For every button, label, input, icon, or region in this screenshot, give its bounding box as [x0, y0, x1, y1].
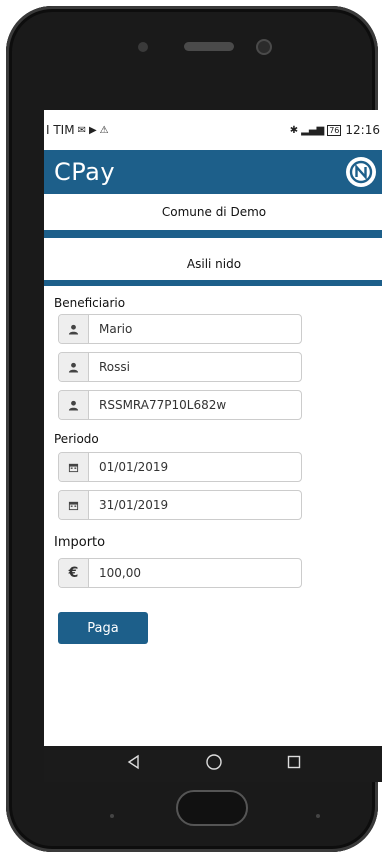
bezel-dot [316, 814, 320, 818]
signal-icon: ▂▄▆ [301, 124, 325, 136]
beneficiary-label: Beneficiario [54, 296, 126, 310]
hardware-home-button[interactable] [176, 790, 248, 826]
android-nav-bar [44, 746, 382, 782]
divider [44, 230, 382, 238]
status-bar: I TIM ✉ ▶ ⚠ ✱ ▂▄▆ 76 12:16 [44, 110, 382, 150]
warning-icon: ⚠ [99, 124, 109, 136]
screen: I TIM ✉ ▶ ⚠ ✱ ▂▄▆ 76 12:16 CPay Comune d… [44, 110, 382, 782]
period-start-field[interactable]: 01/01/2019 [58, 452, 302, 482]
period-label: Periodo [54, 432, 99, 446]
last-name-field[interactable]: Rossi [58, 352, 302, 382]
battery-level: 76 [327, 124, 342, 136]
clock: 12:16 [345, 123, 380, 137]
first-name-value: Mario [99, 322, 133, 336]
phone-frame: I TIM ✉ ▶ ⚠ ✱ ▂▄▆ 76 12:16 CPay Comune d… [6, 6, 382, 852]
calendar-icon [59, 491, 89, 519]
euro-icon: € [59, 559, 89, 587]
earpiece-speaker [184, 42, 234, 51]
bezel-dot [110, 814, 114, 818]
last-name-value: Rossi [99, 360, 130, 374]
play-icon: ▶ [88, 124, 97, 136]
app-header: CPay [44, 150, 382, 194]
period-end-value: 31/01/2019 [99, 498, 169, 512]
pay-button[interactable]: Paga [58, 612, 148, 644]
amount-value: 100,00 [99, 566, 141, 580]
app-title: CPay [54, 158, 116, 186]
amount-label: Importo [54, 535, 106, 550]
top-bezel [6, 6, 378, 106]
calendar-icon [59, 453, 89, 481]
period-start-value: 01/01/2019 [99, 460, 169, 474]
mail-icon: ✉ [77, 124, 86, 136]
user-icon [59, 391, 89, 419]
period-end-field[interactable]: 31/01/2019 [58, 490, 302, 520]
sensor-dot [138, 42, 148, 52]
app-logo-icon[interactable] [346, 157, 376, 187]
service-name: Asili nido [44, 248, 382, 280]
municipality-name: Comune di Demo [44, 194, 382, 230]
tax-code-value: RSSMRA77P10L682w [99, 398, 227, 412]
user-icon [59, 353, 89, 381]
home-nav-icon[interactable] [205, 753, 223, 775]
bluetooth-icon: ✱ [289, 124, 299, 136]
tax-code-field[interactable]: RSSMRA77P10L682w [58, 390, 302, 420]
front-camera [256, 39, 272, 55]
carrier-label: I TIM [46, 123, 75, 137]
recents-nav-icon[interactable] [286, 754, 302, 774]
back-nav-icon[interactable] [126, 754, 142, 774]
user-icon [59, 315, 89, 343]
amount-field[interactable]: € 100,00 [58, 558, 302, 588]
first-name-field[interactable]: Mario [58, 314, 302, 344]
